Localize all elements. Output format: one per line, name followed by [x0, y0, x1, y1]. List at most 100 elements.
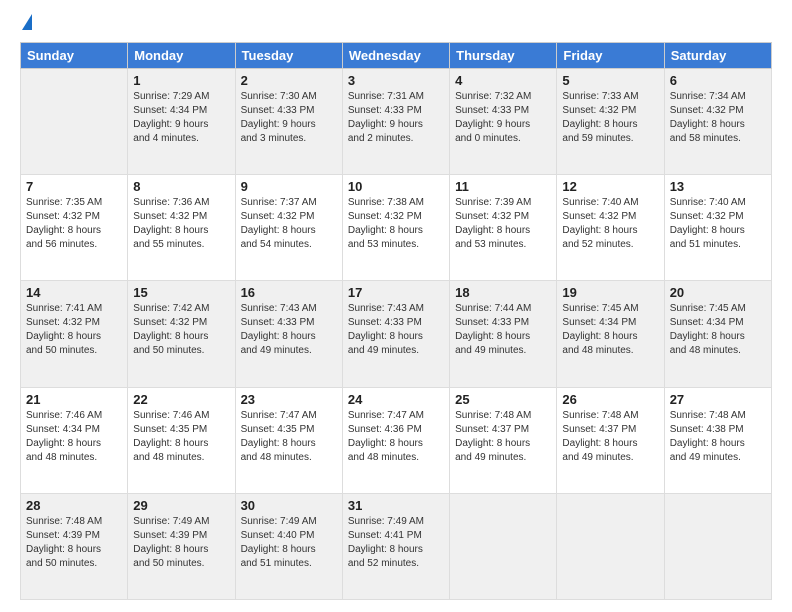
cell-day-number: 1: [133, 73, 229, 88]
cell-info: Sunrise: 7:30 AMSunset: 4:33 PMDaylight:…: [241, 90, 337, 146]
calendar-cell: 24 Sunrise: 7:47 AMSunset: 4:36 PMDayligh…: [342, 387, 449, 493]
calendar-cell: 31 Sunrise: 7:49 AMSunset: 4:41 PMDayligh…: [342, 493, 449, 599]
cell-day-number: 30: [241, 498, 337, 513]
calendar-cell: 19Sunrise: 7:45 AMSunset: 4:34 PMDayligh…: [557, 281, 664, 387]
calendar-cell: 25 Sunrise: 7:48 AMSunset: 4:37 PMDayligh…: [450, 387, 557, 493]
cell-day-number: 5: [562, 73, 658, 88]
calendar-cell: 2 Sunrise: 7:30 AMSunset: 4:33 PMDaylight…: [235, 69, 342, 175]
cell-day-number: 4: [455, 73, 551, 88]
calendar-week-2: 7Sunrise: 7:35 AMSunset: 4:32 PMDaylight…: [21, 175, 772, 281]
calendar-cell: 26Sunrise: 7:48 AMSunset: 4:37 PMDayligh…: [557, 387, 664, 493]
cell-info: Sunrise: 7:49 AMSunset: 4:39 PMDaylight:…: [133, 515, 229, 571]
cell-info: Sunrise: 7:38 AMSunset: 4:32 PMDaylight:…: [348, 196, 444, 252]
calendar-table: SundayMondayTuesdayWednesdayThursdayFrid…: [20, 42, 772, 600]
header-day-friday: Friday: [557, 43, 664, 69]
calendar-cell: 11Sunrise: 7:39 AMSunset: 4:32 PMDayligh…: [450, 175, 557, 281]
cell-info: Sunrise: 7:43 AMSunset: 4:33 PMDaylight:…: [348, 302, 444, 358]
cell-day-number: 19: [562, 285, 658, 300]
calendar-cell: 9 Sunrise: 7:37 AMSunset: 4:32 PMDaylight…: [235, 175, 342, 281]
calendar-cell: 29 Sunrise: 7:49 AMSunset: 4:39 PMDayligh…: [128, 493, 235, 599]
cell-info: Sunrise: 7:40 AMSunset: 4:32 PMDaylight:…: [562, 196, 658, 252]
cell-day-number: 8: [133, 179, 229, 194]
calendar-cell: 30 Sunrise: 7:49 AMSunset: 4:40 PMDayligh…: [235, 493, 342, 599]
cell-info: Sunrise: 7:31 AMSunset: 4:33 PMDaylight:…: [348, 90, 444, 146]
cell-info: Sunrise: 7:44 AMSunset: 4:33 PMDaylight:…: [455, 302, 551, 358]
calendar-header-row: SundayMondayTuesdayWednesdayThursdayFrid…: [21, 43, 772, 69]
cell-info: Sunrise: 7:37 AMSunset: 4:32 PMDaylight:…: [241, 196, 337, 252]
cell-day-number: 25: [455, 392, 551, 407]
cell-day-number: 10: [348, 179, 444, 194]
header-day-wednesday: Wednesday: [342, 43, 449, 69]
calendar-cell: 16 Sunrise: 7:43 AMSunset: 4:33 PMDayligh…: [235, 281, 342, 387]
cell-info: Sunrise: 7:32 AMSunset: 4:33 PMDaylight:…: [455, 90, 551, 146]
calendar-week-5: 28 Sunrise: 7:48 AMSunset: 4:39 PMDayligh…: [21, 493, 772, 599]
calendar-cell: 3 Sunrise: 7:31 AMSunset: 4:33 PMDaylight…: [342, 69, 449, 175]
calendar-cell: 7Sunrise: 7:35 AMSunset: 4:32 PMDaylight…: [21, 175, 128, 281]
cell-info: Sunrise: 7:47 AMSunset: 4:36 PMDaylight:…: [348, 409, 444, 465]
cell-info: Sunrise: 7:42 AMSunset: 4:32 PMDaylight:…: [133, 302, 229, 358]
calendar-cell: 14 Sunrise: 7:41 AMSunset: 4:32 PMDayligh…: [21, 281, 128, 387]
calendar-cell: 23 Sunrise: 7:47 AMSunset: 4:35 PMDayligh…: [235, 387, 342, 493]
cell-info: Sunrise: 7:39 AMSunset: 4:32 PMDaylight:…: [455, 196, 551, 252]
calendar-cell: 27 Sunrise: 7:48 AMSunset: 4:38 PMDayligh…: [664, 387, 771, 493]
cell-info: Sunrise: 7:49 AMSunset: 4:41 PMDaylight:…: [348, 515, 444, 571]
cell-day-number: 17: [348, 285, 444, 300]
cell-info: Sunrise: 7:47 AMSunset: 4:35 PMDaylight:…: [241, 409, 337, 465]
calendar-cell: 20Sunrise: 7:45 AMSunset: 4:34 PMDayligh…: [664, 281, 771, 387]
cell-day-number: 23: [241, 392, 337, 407]
header: [20, 16, 772, 32]
calendar-week-4: 21 Sunrise: 7:46 AMSunset: 4:34 PMDayligh…: [21, 387, 772, 493]
cell-day-number: 18: [455, 285, 551, 300]
calendar-cell: [21, 69, 128, 175]
cell-info: Sunrise: 7:34 AMSunset: 4:32 PMDaylight:…: [670, 90, 766, 146]
calendar-cell: 22 Sunrise: 7:46 AMSunset: 4:35 PMDayligh…: [128, 387, 235, 493]
calendar-cell: 13 Sunrise: 7:40 AMSunset: 4:32 PMDayligh…: [664, 175, 771, 281]
cell-info: Sunrise: 7:29 AMSunset: 4:34 PMDaylight:…: [133, 90, 229, 146]
cell-info: Sunrise: 7:33 AMSunset: 4:32 PMDaylight:…: [562, 90, 658, 146]
calendar-cell: 10 Sunrise: 7:38 AMSunset: 4:32 PMDayligh…: [342, 175, 449, 281]
calendar-cell: 8 Sunrise: 7:36 AMSunset: 4:32 PMDaylight…: [128, 175, 235, 281]
cell-info: Sunrise: 7:41 AMSunset: 4:32 PMDaylight:…: [26, 302, 122, 358]
calendar-cell: 28 Sunrise: 7:48 AMSunset: 4:39 PMDayligh…: [21, 493, 128, 599]
header-day-monday: Monday: [128, 43, 235, 69]
header-day-thursday: Thursday: [450, 43, 557, 69]
cell-day-number: 31: [348, 498, 444, 513]
cell-day-number: 24: [348, 392, 444, 407]
cell-info: Sunrise: 7:46 AMSunset: 4:35 PMDaylight:…: [133, 409, 229, 465]
cell-day-number: 6: [670, 73, 766, 88]
cell-day-number: 16: [241, 285, 337, 300]
cell-day-number: 21: [26, 392, 122, 407]
cell-day-number: 2: [241, 73, 337, 88]
cell-day-number: 22: [133, 392, 229, 407]
cell-info: Sunrise: 7:48 AMSunset: 4:37 PMDaylight:…: [455, 409, 551, 465]
cell-day-number: 28: [26, 498, 122, 513]
cell-day-number: 12: [562, 179, 658, 194]
cell-day-number: 13: [670, 179, 766, 194]
logo-icon: [22, 14, 32, 30]
logo: [20, 16, 28, 32]
cell-day-number: 29: [133, 498, 229, 513]
cell-day-number: 3: [348, 73, 444, 88]
calendar-cell: 6 Sunrise: 7:34 AMSunset: 4:32 PMDaylight…: [664, 69, 771, 175]
cell-info: Sunrise: 7:46 AMSunset: 4:34 PMDaylight:…: [26, 409, 122, 465]
header-day-saturday: Saturday: [664, 43, 771, 69]
calendar-cell: [664, 493, 771, 599]
calendar-week-3: 14 Sunrise: 7:41 AMSunset: 4:32 PMDayligh…: [21, 281, 772, 387]
calendar-cell: [450, 493, 557, 599]
cell-day-number: 14: [26, 285, 122, 300]
cell-info: Sunrise: 7:48 AMSunset: 4:38 PMDaylight:…: [670, 409, 766, 465]
cell-info: Sunrise: 7:40 AMSunset: 4:32 PMDaylight:…: [670, 196, 766, 252]
calendar-cell: 15Sunrise: 7:42 AMSunset: 4:32 PMDayligh…: [128, 281, 235, 387]
cell-info: Sunrise: 7:35 AMSunset: 4:32 PMDaylight:…: [26, 196, 122, 252]
calendar-cell: 21 Sunrise: 7:46 AMSunset: 4:34 PMDayligh…: [21, 387, 128, 493]
cell-info: Sunrise: 7:43 AMSunset: 4:33 PMDaylight:…: [241, 302, 337, 358]
calendar-cell: 17 Sunrise: 7:43 AMSunset: 4:33 PMDayligh…: [342, 281, 449, 387]
cell-day-number: 27: [670, 392, 766, 407]
cell-info: Sunrise: 7:49 AMSunset: 4:40 PMDaylight:…: [241, 515, 337, 571]
cell-info: Sunrise: 7:36 AMSunset: 4:32 PMDaylight:…: [133, 196, 229, 252]
cell-info: Sunrise: 7:48 AMSunset: 4:39 PMDaylight:…: [26, 515, 122, 571]
calendar-cell: 4 Sunrise: 7:32 AMSunset: 4:33 PMDaylight…: [450, 69, 557, 175]
cell-day-number: 26: [562, 392, 658, 407]
calendar-week-1: 1 Sunrise: 7:29 AMSunset: 4:34 PMDaylight…: [21, 69, 772, 175]
cell-day-number: 9: [241, 179, 337, 194]
